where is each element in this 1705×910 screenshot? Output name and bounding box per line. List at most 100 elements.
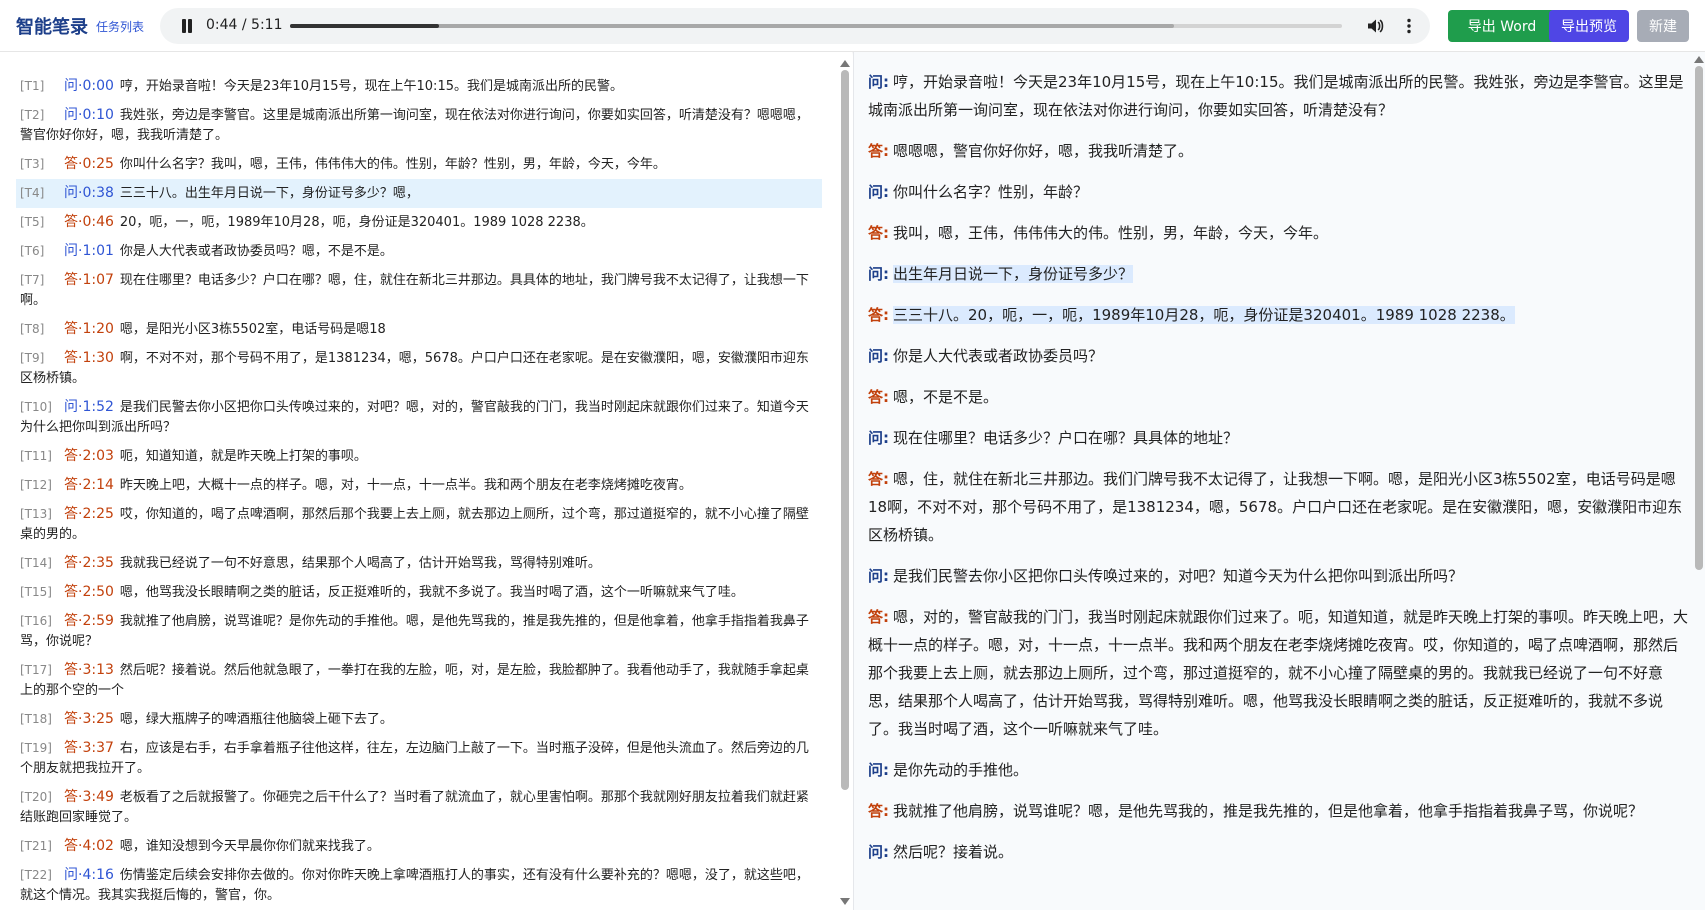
segment-id: [T20] <box>20 790 52 804</box>
segment-time[interactable]: 答·0:25 <box>64 154 114 174</box>
transcript-paragraph[interactable]: 问: 是你先动的手推他。 <box>868 756 1688 784</box>
segment-time[interactable]: 答·2:14 <box>64 475 114 495</box>
transcript-paragraph[interactable]: 答: 我叫，嗯，王伟，伟伟伟大的伟。性别，男，年龄，今天，今年。 <box>868 219 1688 247</box>
more-options-icon[interactable] <box>1400 17 1418 35</box>
segment-time[interactable]: 答·1:30 <box>64 348 114 368</box>
left-scrollbar[interactable] <box>841 70 849 790</box>
transcript-paragraph[interactable]: 问: 你是人大代表或者政协委员吗？ <box>868 342 1688 370</box>
segment-row[interactable]: [T10] 问·1:52 是我们民警去你小区把你口头传唤过来的，对吧？嗯，对的，警官… <box>16 393 822 442</box>
segment-id: [T22] <box>20 868 52 882</box>
segment-time[interactable]: 问·4:16 <box>64 865 114 885</box>
transcript-paragraph[interactable]: 问: 然后呢？接着说。 <box>868 838 1688 866</box>
segment-time[interactable]: 问·1:52 <box>64 397 114 417</box>
segment-row[interactable]: [T4] 问·0:38 三三十八。出生年月日说一下，身份证号多少？嗯， <box>16 179 822 208</box>
segment-id: [T13] <box>20 507 52 521</box>
transcript-paragraph[interactable]: 答: 嗯嗯嗯，警官你好你好，嗯，我我听清楚了。 <box>868 137 1688 165</box>
segment-time[interactable]: 答·2:50 <box>64 582 114 602</box>
segment-time[interactable]: 答·2:35 <box>64 553 114 573</box>
segment-id: [T19] <box>20 741 52 755</box>
segment-time[interactable]: 答·3:37 <box>64 738 114 758</box>
segment-row[interactable]: [T7] 答·1:07 现在住哪里？电话多少？户口在哪？嗯，住，就住在新北三井那边。… <box>16 266 822 315</box>
paragraph-text: 你叫什么名字？性别，年龄？ <box>893 183 1089 201</box>
segment-text: 嗯，是阳光小区3栋5502室，电话号码是嗯18 <box>119 322 386 337</box>
segment-time[interactable]: 问·0:10 <box>64 105 114 125</box>
segment-id: [T1] <box>20 79 45 93</box>
segment-text: 右，应该是右手，右手拿着瓶子往他这样，往左，左边脑门上敲了一下。当时瓶子没碎，但… <box>20 741 809 776</box>
segment-row[interactable]: [T6] 问·1:01 你是人大代表或者政协委员吗？嗯，不是不是。 <box>16 237 822 266</box>
segment-row[interactable]: [T11] 答·2:03 呃，知道知道，就是昨天晚上打架的事呗。 <box>16 442 822 471</box>
segment-row[interactable]: [T13] 答·2:25 哎，你知道的，喝了点啤酒啊，那然后那个我要上去上厕，就去那… <box>16 500 822 549</box>
segment-id: [T10] <box>20 400 52 414</box>
segment-row[interactable]: [T3] 答·0:25 你叫什么名字？我叫，嗯，王伟，伟伟伟大的伟。性别，年龄？性别… <box>16 150 822 179</box>
segment-time[interactable]: 答·0:46 <box>64 212 114 232</box>
export-preview-button[interactable]: 导出预览 <box>1549 10 1629 42</box>
segment-text: 呃，知道知道，就是昨天晚上打架的事呗。 <box>119 449 367 464</box>
segment-time[interactable]: 答·1:07 <box>64 270 114 290</box>
segment-row[interactable]: [T18] 答·3:25 嗯，绿大瓶牌子的啤酒瓶往他脑袋上砸下去了。 <box>16 705 822 734</box>
task-list-link[interactable]: 任务列表 <box>96 18 144 35</box>
segment-time[interactable]: 答·3:13 <box>64 660 114 680</box>
segment-id: [T11] <box>20 449 52 463</box>
transcript-paragraph[interactable]: 答: 嗯，对的，警官敲我的门门，我当时刚起床就跟你们过来了。呃，知道知道，就是昨天… <box>868 603 1688 743</box>
transcript-paragraph[interactable]: 答: 三三十八。20，呃，一，呃，1989年10月28，呃，身份证是320401。… <box>868 301 1688 329</box>
pause-icon[interactable] <box>180 19 194 33</box>
segment-time[interactable]: 答·2:03 <box>64 446 114 466</box>
segment-time[interactable]: 答·3:49 <box>64 787 114 807</box>
segment-id: [T3] <box>20 157 45 171</box>
segment-row[interactable]: [T22] 问·4:16 伤情鉴定后续会安排你去做的。你对你昨天晚上拿啤酒瓶打人的事… <box>16 861 822 910</box>
segment-row[interactable]: [T9] 答·1:30 啊，不对不对，那个号码不用了，是1381234，嗯，5678… <box>16 344 822 393</box>
transcript-paragraph[interactable]: 问: 出生年月日说一下，身份证号多少？ <box>868 260 1688 288</box>
segment-text: 哼，开始录音啦！今天是23年10月15号，现在上午10:15。我们是城南派出所的… <box>119 79 623 94</box>
transcript-paragraph[interactable]: 问: 现在住哪里？电话多少？户口在哪？具具体的地址？ <box>868 424 1688 452</box>
transcript-paragraph[interactable]: 问: 哼，开始录音啦！今天是23年10月15号，现在上午10:15。我们是城南派出… <box>868 68 1688 124</box>
segment-row[interactable]: [T20] 答·3:49 老板看了之后就报警了。你砸完之后干什么了？当时看了就流血了… <box>16 783 822 832</box>
new-button[interactable]: 新建 <box>1637 10 1689 42</box>
segment-text: 伤情鉴定后续会安排你去做的。你对你昨天晚上拿啤酒瓶打人的事实，还有没有什么要补充… <box>20 868 809 903</box>
segment-time[interactable]: 答·4:02 <box>64 836 114 856</box>
segment-time[interactable]: 问·1:01 <box>64 241 114 261</box>
segment-row[interactable]: [T15] 答·2:50 嗯，他骂我没长眼睛啊之类的脏话，反正挺难听的，我就不多说了… <box>16 578 822 607</box>
segment-time[interactable]: 答·2:59 <box>64 611 114 631</box>
segment-row[interactable]: [T5] 答·0:46 20，呃，一，呃，1989年10月28，呃，身份证是3204… <box>16 208 822 237</box>
segment-row[interactable]: [T16] 答·2:59 我就推了他肩膀，说骂谁呢？是你先动的手推他。嗯，是他先骂我… <box>16 607 822 656</box>
speaker-label: 答: <box>868 470 889 488</box>
paragraph-text: 你是人大代表或者政协委员吗？ <box>893 347 1104 365</box>
progress-bar[interactable] <box>290 24 1342 28</box>
segment-row[interactable]: [T12] 答·2:14 昨天晚上吧，大概十一点的样子。嗯，对，十一点，十一点半。我… <box>16 471 822 500</box>
right-scrollbar[interactable] <box>1695 66 1703 570</box>
segment-text: 三三十八。出生年月日说一下，身份证号多少？嗯， <box>119 186 419 201</box>
segment-time[interactable]: 问·0:38 <box>64 183 114 203</box>
segment-time[interactable]: 问·0:00 <box>64 76 114 96</box>
volume-icon[interactable] <box>1366 17 1384 35</box>
scroll-up-icon[interactable] <box>840 60 850 67</box>
speaker-label: 问: <box>868 347 889 365</box>
speaker-label: 答: <box>868 802 889 820</box>
scroll-down-icon[interactable] <box>840 898 850 905</box>
segment-id: [T14] <box>20 556 52 570</box>
segment-time[interactable]: 答·3:25 <box>64 709 114 729</box>
segment-time[interactable]: 答·1:20 <box>64 319 114 339</box>
segment-text: 然后呢？接着说。然后他就急眼了，一拳打在我的左脸，呃，对，是左脸，我脸都肿了。我… <box>20 663 809 698</box>
transcript-paragraph[interactable]: 答: 嗯，住，就住在新北三井那边。我们门牌号我不太记得了，让我想一下啊。嗯，是阳光… <box>868 465 1688 549</box>
scroll-up-icon[interactable] <box>1694 56 1704 63</box>
transcript-paragraph[interactable]: 问: 你叫什么名字？性别，年龄？ <box>868 178 1688 206</box>
transcript-paragraph[interactable]: 问: 是我们民警去你小区把你口头传唤过来的，对吧？知道今天为什么把你叫到派出所吗？ <box>868 562 1688 590</box>
segment-row[interactable]: [T17] 答·3:13 然后呢？接着说。然后他就急眼了，一拳打在我的左脸，呃，对，… <box>16 656 822 705</box>
segment-row[interactable]: [T2] 问·0:10 我姓张，旁边是李警官。这里是城南派出所第一询问室，现在依法对… <box>16 101 822 150</box>
segment-row[interactable]: [T1] 问·0:00 哼，开始录音啦！今天是23年10月15号，现在上午10:15… <box>16 72 822 101</box>
segment-row[interactable]: [T21] 答·4:02 嗯，谁知没想到今天早晨你你们就来找我了。 <box>16 832 822 861</box>
speaker-label: 答: <box>868 142 889 160</box>
segment-time[interactable]: 答·2:25 <box>64 504 114 524</box>
paragraph-text: 哼，开始录音啦！今天是23年10月15号，现在上午10:15。我们是城南派出所的… <box>868 73 1684 119</box>
segment-row[interactable]: [T8] 答·1:20 嗯，是阳光小区3栋5502室，电话号码是嗯18 <box>16 315 822 344</box>
transcript-paragraph[interactable]: 答: 嗯，不是不是。 <box>868 383 1688 411</box>
paragraph-text: 然后呢？接着说。 <box>893 843 1014 861</box>
export-word-button[interactable]: 导出 Word <box>1448 10 1556 42</box>
segment-row[interactable]: [T14] 答·2:35 我就我已经说了一句不好意思，结果那个人喝高了，估计开始骂我… <box>16 549 822 578</box>
app-title: 智能笔录 <box>16 17 88 38</box>
segment-text: 嗯，谁知没想到今天早晨你你们就来找我了。 <box>119 839 380 854</box>
segment-id: [T4] <box>20 186 45 200</box>
segment-text: 我就推了他肩膀，说骂谁呢？是你先动的手推他。嗯，是他先骂我的，推是我先推的，但是… <box>20 614 809 649</box>
transcript-paragraph[interactable]: 答: 我就推了他肩膀，说骂谁呢？嗯，是他先骂我的，推是我先推的，但是他拿着，他拿手… <box>868 797 1688 825</box>
segment-row[interactable]: [T19] 答·3:37 右，应该是右手，右手拿着瓶子往他这样，往左，左边脑门上敲了… <box>16 734 822 783</box>
